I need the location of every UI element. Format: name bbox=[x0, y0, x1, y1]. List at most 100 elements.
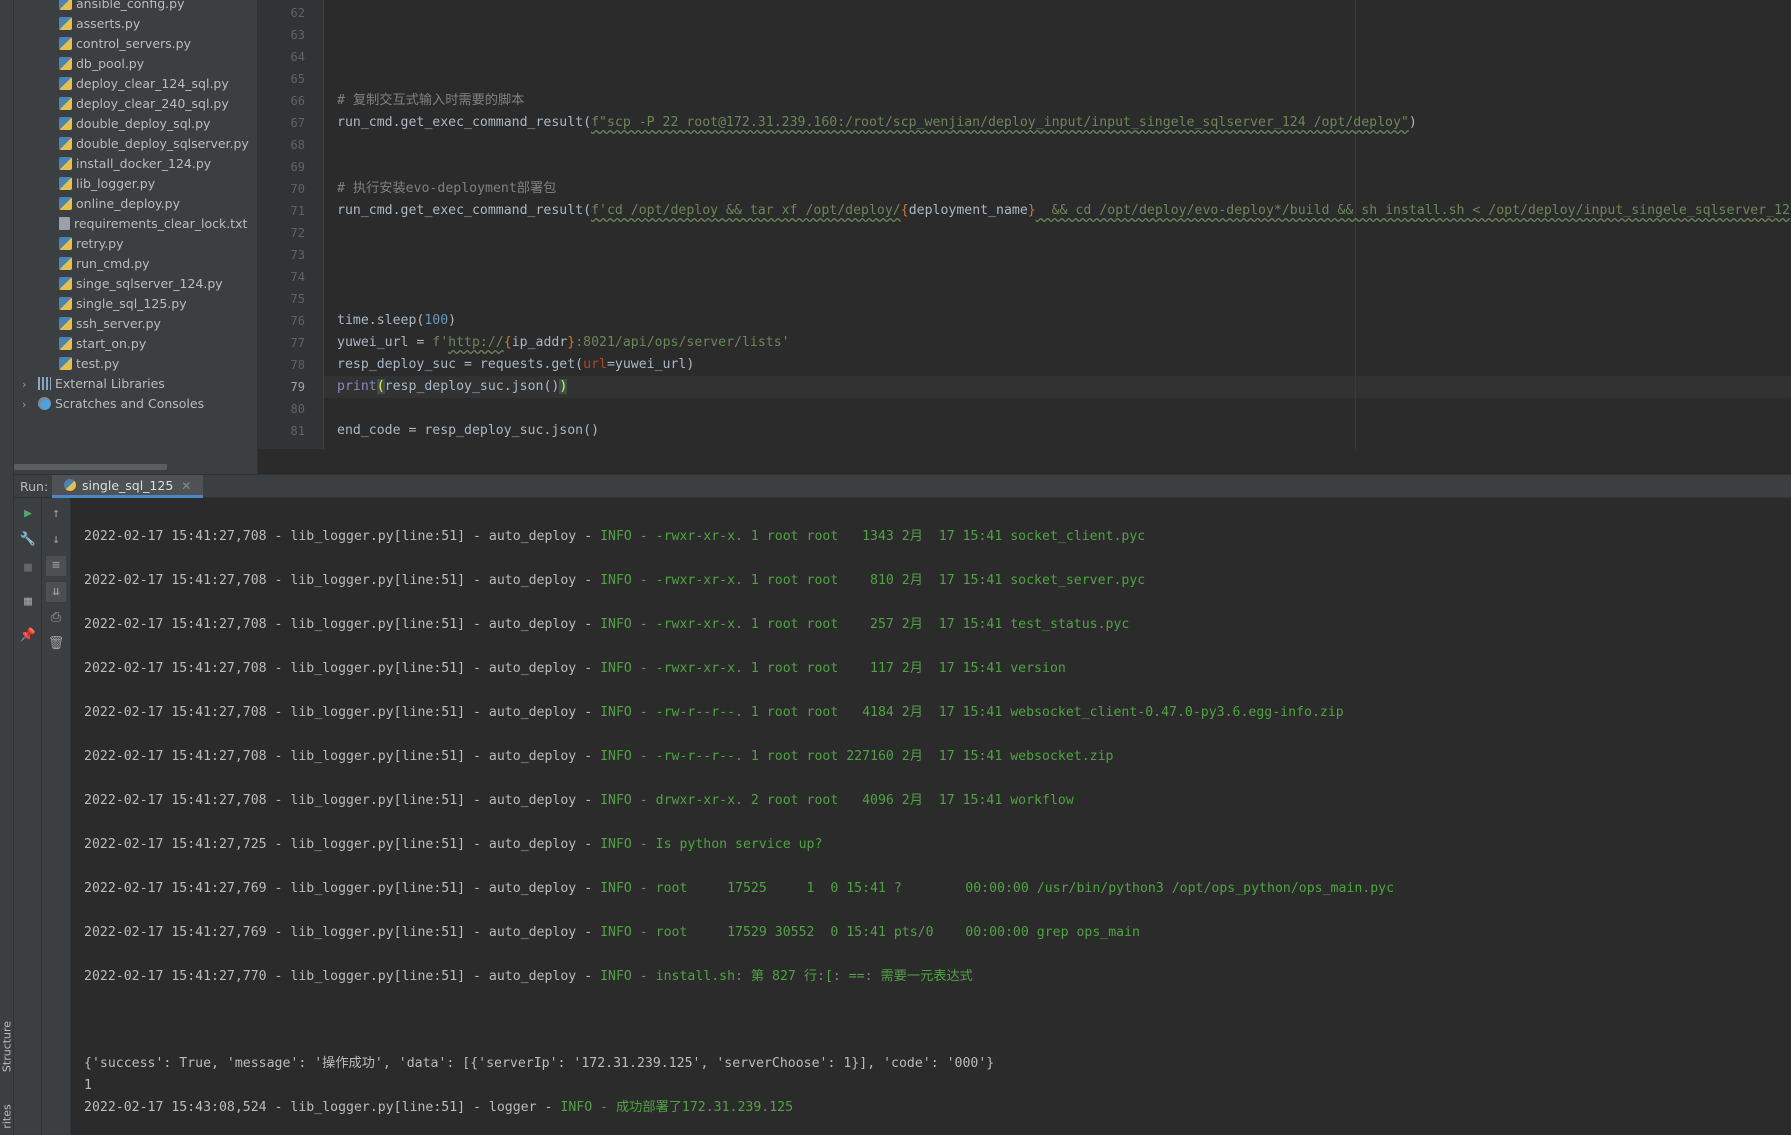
tree-node-scratches-and-consoles[interactable]: › Scratches and Consoles bbox=[14, 394, 257, 415]
tree-file-item[interactable]: single_sql_125.py bbox=[14, 294, 257, 314]
tree-file-item[interactable]: lib_logger.py bbox=[14, 174, 257, 194]
tree-file-label: ansible_config.py bbox=[76, 0, 185, 11]
favorites-tab[interactable]: rites bbox=[1, 1088, 14, 1135]
tree-file-item[interactable]: double_deploy_sqlserver.py bbox=[14, 134, 257, 154]
tree-file-item[interactable]: retry.py bbox=[14, 234, 257, 254]
layout-icon[interactable]: ▦ bbox=[18, 592, 38, 612]
console-log-line: 2022-02-17 15:41:27,725 - lib_logger.py[… bbox=[84, 837, 823, 852]
tree-file-item[interactable]: asserts.py bbox=[14, 14, 257, 34]
right-margin-guide bbox=[1355, 0, 1356, 449]
tree-file-item[interactable]: start_on.py bbox=[14, 334, 257, 354]
run-toolbar-primary: ▶ 🔧 ■ ▦ 📌 bbox=[14, 498, 42, 1135]
tree-file-label: db_pool.py bbox=[76, 56, 145, 71]
tree-file-item[interactable]: online_deploy.py bbox=[14, 194, 257, 214]
python-file-icon bbox=[59, 177, 72, 190]
python-file-icon bbox=[59, 57, 72, 70]
tree-file-item[interactable]: ansible_config.py bbox=[14, 0, 257, 14]
tree-file-item[interactable]: run_cmd.py bbox=[14, 254, 257, 274]
python-file-icon bbox=[59, 277, 72, 290]
code-line-76[interactable]: time.sleep(100) bbox=[337, 310, 456, 332]
wrench-icon[interactable]: 🔧 bbox=[18, 530, 38, 550]
console-result-line: {'success': True, 'message': '操作成功', 'da… bbox=[84, 1056, 995, 1071]
tree-file-label: ssh_server.py bbox=[76, 316, 161, 331]
code-line-71[interactable]: run_cmd.get_exec_command_result(f'cd /op… bbox=[337, 200, 1790, 222]
code-line-78[interactable]: resp_deploy_suc = requests.get(url=yuwei… bbox=[337, 354, 694, 376]
console-log-line: 2022-02-17 15:41:27,708 - lib_logger.py[… bbox=[84, 617, 1130, 632]
code-line-70[interactable]: # 执行安装evo-deployment部署包 bbox=[337, 178, 556, 200]
arrow-down-icon[interactable]: ↓ bbox=[46, 530, 66, 550]
run-tab-label: single_sql_125 bbox=[82, 478, 174, 493]
structure-tab[interactable]: Structure bbox=[1, 1018, 14, 1076]
console-final-line: 2022-02-17 15:43:08,524 - lib_logger.py[… bbox=[84, 1100, 794, 1115]
console-log-line: 2022-02-17 15:41:27,769 - lib_logger.py[… bbox=[84, 881, 1395, 896]
pin-icon[interactable]: 📌 bbox=[18, 626, 38, 646]
python-file-icon bbox=[59, 37, 72, 50]
code-area[interactable]: # 复制交互式输入时需要的脚本 run_cmd.get_exec_command… bbox=[324, 0, 1791, 449]
run-tab-single-sql-125[interactable]: single_sql_125 ✕ bbox=[52, 475, 204, 498]
python-file-icon bbox=[59, 97, 72, 110]
python-file-icon bbox=[59, 77, 72, 90]
tree-file-item[interactable]: ssh_server.py bbox=[14, 314, 257, 334]
python-file-icon bbox=[59, 317, 72, 330]
tree-file-item[interactable]: db_pool.py bbox=[14, 54, 257, 74]
tree-file-item[interactable]: install_docker_124.py bbox=[14, 154, 257, 174]
tree-file-label: double_deploy_sqlserver.py bbox=[76, 136, 249, 151]
soft-wrap-icon[interactable]: ≡ bbox=[46, 556, 66, 576]
tree-file-label: lib_logger.py bbox=[76, 176, 156, 191]
scratches-icon bbox=[38, 397, 51, 410]
tree-node-external-libraries[interactable]: › External Libraries bbox=[14, 374, 257, 395]
line-number: 75 bbox=[290, 292, 305, 306]
tree-horizontal-scrollbar[interactable] bbox=[14, 463, 257, 471]
tree-file-label: start_on.py bbox=[76, 336, 147, 351]
console-log-line: 2022-02-17 15:41:27,708 - lib_logger.py[… bbox=[84, 661, 1066, 676]
line-number: 76 bbox=[290, 314, 305, 328]
console-log-line: 2022-02-17 15:41:27,708 - lib_logger.py[… bbox=[84, 749, 1114, 764]
python-file-icon bbox=[59, 137, 72, 150]
chevron-right-icon[interactable]: › bbox=[22, 395, 32, 415]
chevron-right-icon[interactable]: › bbox=[22, 375, 32, 395]
run-toolbar-secondary: ↑ ↓ ≡ ⇊ ⎙ 🗑 bbox=[42, 498, 71, 1135]
scrollbar-thumb[interactable] bbox=[14, 464, 167, 470]
code-line-66[interactable]: # 复制交互式输入时需要的脚本 bbox=[337, 90, 524, 112]
close-icon[interactable]: ✕ bbox=[181, 479, 191, 493]
python-file-icon bbox=[59, 157, 72, 170]
line-number: 71 bbox=[290, 204, 305, 218]
arrow-up-icon[interactable]: ↑ bbox=[46, 504, 66, 524]
tree-file-item[interactable]: test.py bbox=[14, 354, 257, 374]
tree-file-item[interactable]: deploy_clear_240_sql.py bbox=[14, 94, 257, 114]
print-icon[interactable]: ⎙ bbox=[46, 608, 66, 628]
tree-file-item[interactable]: deploy_clear_124_sql.py bbox=[14, 74, 257, 94]
code-line-77[interactable]: yuwei_url = f'http://{ip_addr}:8021/api/… bbox=[337, 332, 790, 354]
scroll-to-end-icon[interactable]: ⇊ bbox=[46, 582, 66, 602]
line-number: 64 bbox=[290, 50, 305, 64]
line-number: 74 bbox=[290, 270, 305, 284]
tree-file-item[interactable]: singe_sqlserver_124.py bbox=[14, 274, 257, 294]
line-number: 80 bbox=[290, 402, 305, 416]
run-label: Run: bbox=[20, 479, 49, 494]
line-number: 69 bbox=[290, 160, 305, 174]
run-console-output[interactable]: 2022-02-17 15:41:27,708 - lib_logger.py[… bbox=[71, 498, 1791, 1135]
run-tool-window-header: Run: single_sql_125 ✕ bbox=[14, 474, 1791, 498]
line-number: 62 bbox=[290, 6, 305, 20]
code-line-81[interactable]: end_code = resp_deploy_suc.json() bbox=[337, 420, 599, 442]
line-number: 72 bbox=[290, 226, 305, 240]
tree-file-label: double_deploy_sql.py bbox=[76, 116, 211, 131]
code-line-79[interactable]: print(resp_deploy_suc.json()) bbox=[337, 376, 568, 398]
code-line-67[interactable]: run_cmd.get_exec_command_result(f"scp -P… bbox=[337, 112, 1417, 134]
console-log-line: 2022-02-17 15:41:27,708 - lib_logger.py[… bbox=[84, 529, 1146, 544]
tree-file-item[interactable]: requirements_clear_lock.txt bbox=[14, 214, 257, 234]
console-log-line: 2022-02-17 15:41:27,769 - lib_logger.py[… bbox=[84, 925, 1140, 940]
trash-icon[interactable]: 🗑 bbox=[46, 634, 66, 654]
tree-file-label: run_cmd.py bbox=[76, 256, 150, 271]
python-file-icon bbox=[59, 0, 72, 10]
tree-file-label: deploy_clear_240_sql.py bbox=[76, 96, 229, 111]
tree-file-item[interactable]: double_deploy_sql.py bbox=[14, 114, 257, 134]
play-icon[interactable]: ▶ bbox=[18, 504, 38, 524]
console-one-line: 1 bbox=[84, 1078, 92, 1093]
code-editor[interactable]: 62 63 64 65 66 67 68 69 70 71 72 73 74 75 76 77 78 79 80 81… bbox=[258, 0, 1791, 449]
tree-file-item[interactable]: control_servers.py bbox=[14, 34, 257, 54]
tree-file-label: retry.py bbox=[76, 236, 124, 251]
tree-file-label: requirements_clear_lock.txt bbox=[74, 216, 248, 231]
python-icon bbox=[64, 479, 76, 491]
stop-icon[interactable]: ■ bbox=[18, 558, 38, 578]
